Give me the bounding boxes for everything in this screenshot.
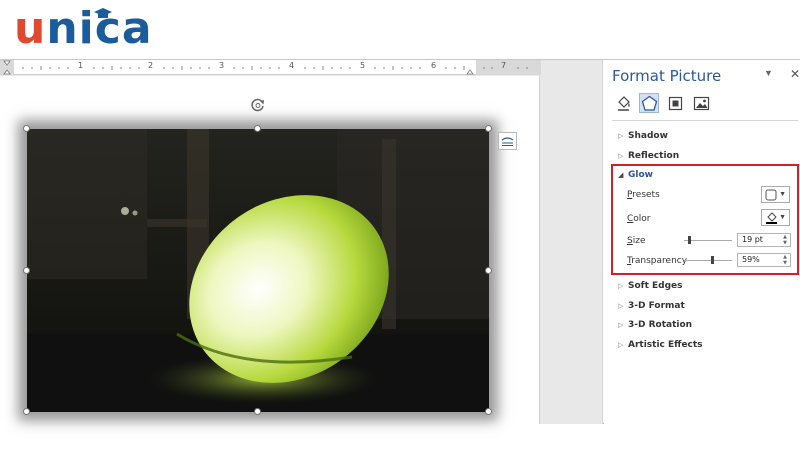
expand-arrow-icon: ▷	[618, 132, 624, 140]
effects-icon	[641, 95, 657, 111]
pane-separator	[612, 120, 798, 121]
format-picture-pane: Format Picture ▼ ✕ ▷ Shadow ▷ Reflection…	[604, 60, 800, 424]
layout-options-icon	[501, 137, 514, 146]
right-indent-marker[interactable]	[466, 69, 474, 75]
graduation-cap-icon	[94, 8, 112, 18]
paint-bucket-icon	[766, 212, 777, 224]
resize-handle-top-left[interactable]	[23, 125, 30, 132]
section-shadow[interactable]: ▷ Shadow	[618, 129, 668, 143]
pane-tabs	[613, 93, 711, 113]
fill-line-icon	[617, 95, 630, 111]
tab-fill-line[interactable]	[613, 93, 633, 113]
ruler-number: 7	[501, 61, 507, 70]
glow-transparency-slider-track[interactable]	[684, 260, 732, 261]
ruler-number: 4	[289, 61, 295, 70]
glow-transparency-slider-thumb[interactable]	[711, 256, 715, 264]
expand-arrow-icon: ▷	[618, 282, 624, 290]
collapse-arrow-icon: ◢	[618, 171, 624, 179]
glow-color-label: Color	[627, 214, 651, 224]
layout-properties-icon	[668, 96, 682, 110]
chevron-down-icon: ▼	[779, 191, 786, 198]
section-artistic-effects[interactable]: ▷ Artistic Effects	[618, 338, 703, 352]
ruler-number: 5	[360, 61, 366, 70]
ruler-number: 1	[78, 61, 84, 70]
glow-size-label: Size	[627, 236, 646, 246]
close-icon[interactable]: ✕	[790, 67, 800, 81]
ruler-number: 2	[148, 61, 154, 70]
unica-logo: unica	[14, 2, 153, 56]
word-window: 1 2 3 4 5 6 7 Format Picture ▼ ✕ ▷ Shado…	[0, 59, 800, 424]
glow-transparency-input[interactable]: 59% ▲ ▼	[737, 253, 791, 267]
section-3d-rotation[interactable]: ▷ 3-D Rotation	[618, 318, 692, 332]
pane-title: Format Picture	[612, 67, 722, 85]
glow-presets-dropdown[interactable]: ▼	[761, 186, 790, 203]
resize-handle-bottom-left[interactable]	[23, 408, 30, 415]
expand-arrow-icon: ▷	[618, 341, 624, 349]
expand-arrow-icon: ▷	[618, 321, 624, 329]
section-glow[interactable]: ◢ Glow	[618, 168, 653, 182]
glow-size-slider-track[interactable]	[684, 240, 732, 241]
document-page[interactable]	[0, 76, 540, 424]
resize-handle-left[interactable]	[23, 267, 30, 274]
section-reflection[interactable]: ▷ Reflection	[618, 149, 679, 163]
resize-handle-bottom-right[interactable]	[485, 408, 492, 415]
chevron-down-icon[interactable]: ▼	[764, 68, 773, 78]
ruler-number: 3	[219, 61, 225, 70]
layout-options-button[interactable]	[498, 132, 517, 150]
spin-arrows-icon[interactable]: ▲ ▼	[781, 234, 789, 246]
hanging-indent-marker[interactable]	[3, 69, 11, 75]
selected-picture[interactable]	[23, 125, 492, 415]
chevron-down-icon: ▼	[779, 214, 786, 221]
spin-arrows-icon[interactable]: ▲ ▼	[781, 254, 789, 266]
document-area: 1 2 3 4 5 6 7	[0, 60, 541, 424]
lamp-photo	[27, 129, 489, 412]
picture-icon	[693, 96, 709, 110]
resize-handle-top[interactable]	[254, 125, 261, 132]
ruler-number: 6	[431, 61, 437, 70]
section-soft-edges[interactable]: ▷ Soft Edges	[618, 279, 683, 293]
horizontal-ruler[interactable]: 1 2 3 4 5 6 7	[0, 60, 541, 75]
glow-size-slider-thumb[interactable]	[687, 236, 691, 244]
glow-transparency-label: Transparency	[627, 256, 688, 266]
glow-preset-icon	[765, 189, 777, 200]
tab-layout-properties[interactable]	[665, 93, 685, 113]
rotate-handle-icon[interactable]	[250, 97, 266, 113]
section-3d-format[interactable]: ▷ 3-D Format	[618, 299, 685, 313]
page: unica 1 2 3 4 5 6 7 Format Picture ▼ ✕ ▷…	[0, 0, 800, 450]
expand-arrow-icon: ▷	[618, 152, 624, 160]
logo-letter-u: u	[14, 3, 47, 54]
tab-effects[interactable]	[639, 93, 659, 113]
resize-handle-right[interactable]	[485, 267, 492, 274]
glow-size-input[interactable]: 19 pt ▲ ▼	[737, 233, 791, 247]
tab-picture[interactable]	[691, 93, 711, 113]
glow-presets-label: Presets	[627, 190, 660, 200]
expand-arrow-icon: ▷	[618, 302, 624, 310]
first-line-indent-marker[interactable]	[3, 60, 11, 66]
resize-handle-bottom[interactable]	[254, 408, 261, 415]
pane-gutter	[541, 60, 603, 424]
glow-color-dropdown[interactable]: ▼	[761, 209, 790, 226]
resize-handle-top-right[interactable]	[485, 125, 492, 132]
